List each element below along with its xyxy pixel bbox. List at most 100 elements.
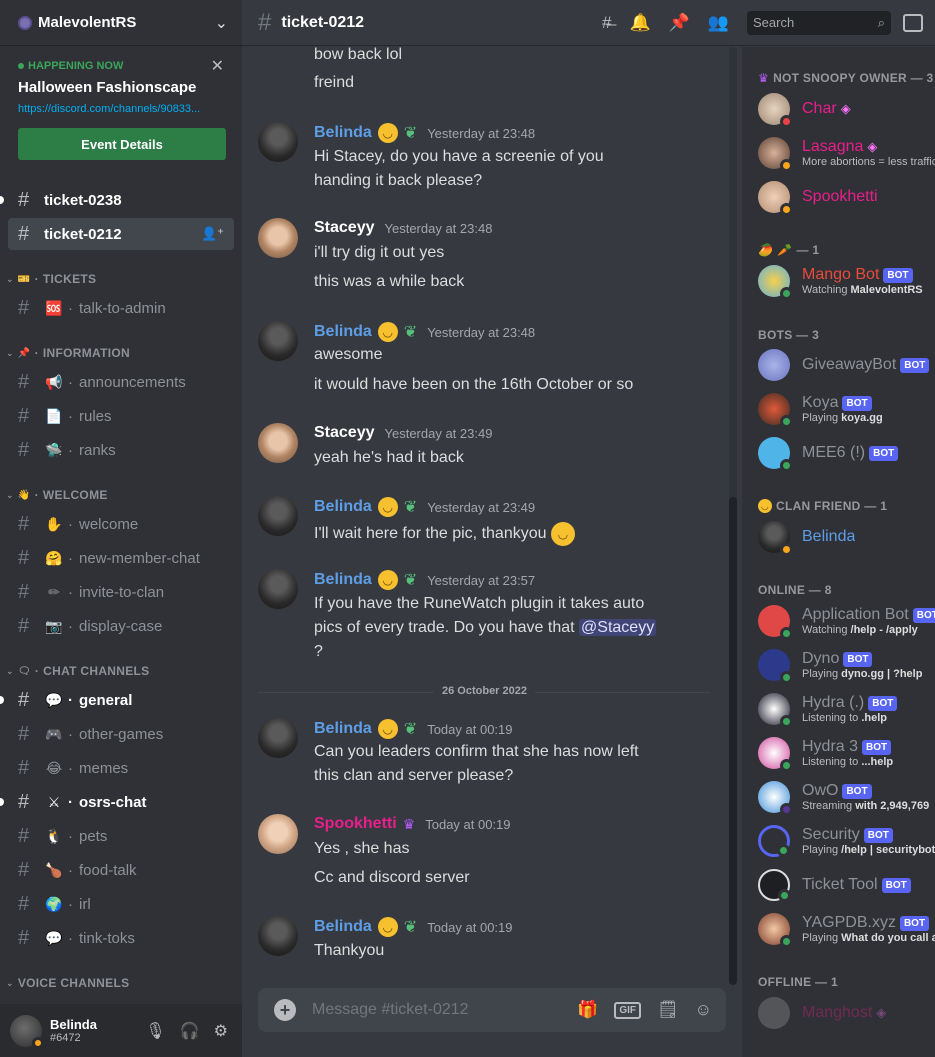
channel-talk-to-admin[interactable]: # 🆘 · talk-to-admin [8, 292, 234, 324]
channel-display-case[interactable]: # 📷 · display-case [8, 610, 234, 642]
author-name[interactable]: Belinda [314, 918, 372, 936]
member-mango-bot[interactable]: Mango Bot BOT Watching MalevolentRS [758, 260, 935, 302]
bell-icon[interactable]: 🔔 [629, 13, 650, 33]
add-member-icon[interactable]: 👤⁺ [201, 226, 224, 242]
member-koya[interactable]: Koya BOT Playing koya.gg [758, 388, 935, 430]
member-owo[interactable]: OwO BOT Streaming with 2,949,769 [758, 776, 935, 818]
avatar[interactable] [258, 496, 298, 536]
avatar[interactable] [258, 122, 298, 162]
timestamp: Today at 00:19 [427, 721, 513, 737]
member-hydra-3[interactable]: Hydra 3 BOT Listening to ...help [758, 732, 935, 774]
chevron-down-icon: ⌄ [6, 273, 14, 284]
message-line: Hi Stacey, do you have a screenie of you [314, 148, 604, 165]
search-input[interactable]: Search ⌕ [747, 10, 891, 35]
category-welcome[interactable]: ⌄ 👋 · WELCOME [6, 488, 108, 502]
avatar [758, 521, 793, 556]
sticker-icon[interactable]: 🗒 [657, 1000, 679, 1020]
bot-badge: BOT [842, 783, 872, 799]
member-belinda[interactable]: Belinda [758, 516, 935, 558]
member-dyno[interactable]: Dyno BOT Playing dyno.gg | ?help [758, 644, 935, 686]
member-yagpdb[interactable]: YAGPDB.xyz BOT Playing What do you call a [758, 908, 935, 950]
author-name[interactable]: Spookhetti [314, 815, 397, 833]
category-tickets[interactable]: ⌄ 🎫 · TICKETS [6, 272, 96, 286]
channel-new-member-chat[interactable]: # 🤗 · new-member-chat [8, 542, 234, 574]
gear-icon[interactable]: ⚙ [214, 1021, 228, 1041]
channel-ticket-0238[interactable]: # ticket-0238 [8, 184, 234, 216]
member-application-bot[interactable]: Application Bot BOT Watching /help - /appl… [758, 600, 935, 642]
close-icon[interactable]: ✕ [211, 56, 224, 76]
headphones-icon[interactable]: 🎧 [180, 1021, 200, 1041]
hash-icon: # [18, 222, 30, 245]
user-panel: Belinda #6472 🎙 🎧 ⚙ [0, 1004, 242, 1057]
hash-icon: # [18, 756, 30, 779]
channel-tink-toks[interactable]: # 💬 · tink-toks [8, 922, 234, 954]
message-composer[interactable]: + Message #ticket-0212 🎁 GIF 🗒 ☺ [258, 988, 726, 1032]
avatar[interactable] [258, 423, 298, 463]
avatar[interactable] [258, 916, 298, 956]
channel-osrs-chat[interactable]: # ⚔ · osrs-chat [8, 786, 234, 818]
avatar[interactable] [10, 1014, 44, 1049]
member-giveawaybot[interactable]: GiveawayBot BOT [758, 344, 935, 386]
gif-icon[interactable]: GIF [614, 1001, 642, 1019]
author-name[interactable]: Belinda [314, 720, 372, 738]
channel-ranks[interactable]: # 🛸 · ranks [8, 434, 234, 466]
category-voice-channels[interactable]: ⌄ VOICE CHANNELS [6, 976, 129, 990]
member-lasagna[interactable]: Lasagna ◈ More abortions = less traffic [758, 132, 935, 174]
inbox-icon[interactable] [903, 13, 923, 32]
author-name[interactable]: Belinda [314, 498, 372, 516]
member-manghost[interactable]: Manghost ◈ [758, 992, 935, 1034]
channel-irl[interactable]: # 🌍 · irl [8, 888, 234, 920]
microphone-icon[interactable]: 🎙 [145, 1021, 165, 1041]
category-chat-channels[interactable]: ⌄ 🗨 · CHAT CHANNELS [6, 664, 149, 678]
add-attachment-icon[interactable]: + [274, 999, 296, 1021]
author-name[interactable]: Belinda [314, 124, 372, 142]
hash-icon: # [18, 824, 30, 847]
channel-invite-to-clan[interactable]: # ✏ · invite-to-clan [8, 576, 234, 608]
author-name[interactable]: Belinda [314, 571, 372, 589]
category-information[interactable]: ⌄ 📌 · INFORMATION [6, 346, 130, 360]
avatar[interactable] [258, 218, 298, 258]
member-security[interactable]: Security BOT Playing /help | securitybot [758, 820, 935, 862]
member-char[interactable]: Char ◈ [758, 88, 935, 130]
member-hydra[interactable]: Hydra (.) BOT Listening to .help [758, 688, 935, 730]
server-header[interactable]: MalevolentRS ⌄ [0, 0, 242, 46]
avatar[interactable] [258, 321, 298, 361]
message-line: ? [314, 643, 323, 660]
status-online-icon [780, 715, 793, 728]
scrollbar[interactable] [729, 47, 737, 985]
threads-icon[interactable]: #̶ [602, 13, 611, 33]
user-mention[interactable]: @Staceyy [579, 619, 657, 636]
scrollbar-thumb[interactable] [729, 497, 737, 985]
channel-memes[interactable]: # 😂 · memes [8, 752, 234, 784]
author-name[interactable]: Belinda [314, 323, 372, 341]
channel-ticket-0212[interactable]: # ticket-0212 👤⁺ [8, 218, 234, 250]
message-line: awesome [314, 346, 383, 363]
member-spookhetti[interactable]: Spookhetti [758, 176, 935, 218]
page-icon: 📄 [45, 407, 63, 424]
avatar[interactable] [258, 814, 298, 854]
channel-announcements[interactable]: # 📢 · announcements [8, 366, 234, 398]
pin-icon[interactable]: 📌 [669, 13, 690, 33]
channel-pets[interactable]: # 🐧 · pets [8, 820, 234, 852]
member-ticket-tool[interactable]: Ticket Tool BOT [758, 864, 935, 906]
avatar[interactable] [258, 718, 298, 758]
author-name[interactable]: Staceyy [314, 424, 375, 442]
bot-badge: BOT [842, 395, 872, 411]
event-details-button[interactable]: Event Details [18, 128, 226, 160]
channel-welcome[interactable]: # ✋ · welcome [8, 508, 234, 540]
members-icon[interactable]: 👥 [708, 13, 729, 33]
channel-rules[interactable]: # 📄 · rules [8, 400, 234, 432]
emoji-icon[interactable]: ☺ [695, 1000, 712, 1020]
channel-other-games[interactable]: # 🎮 · other-games [8, 718, 234, 750]
author-name[interactable]: Staceyy [314, 219, 375, 237]
event-link[interactable]: https://discord.com/channels/90833... [18, 103, 228, 115]
message-input[interactable]: Message #ticket-0212 [312, 1001, 577, 1019]
chevron-down-icon[interactable]: ⌄ [215, 13, 228, 33]
user-info[interactable]: Belinda #6472 [50, 1017, 97, 1044]
channel-general[interactable]: # 💬 · general [8, 684, 234, 716]
avatar[interactable] [258, 569, 298, 609]
message-header: Belinda ◡ ❦ Yesterday at 23:48 [314, 123, 535, 143]
gift-icon[interactable]: 🎁 [577, 1000, 598, 1020]
member-mee6[interactable]: MEE6 (!) BOT [758, 432, 935, 474]
channel-food-talk[interactable]: # 🍗 · food-talk [8, 854, 234, 886]
